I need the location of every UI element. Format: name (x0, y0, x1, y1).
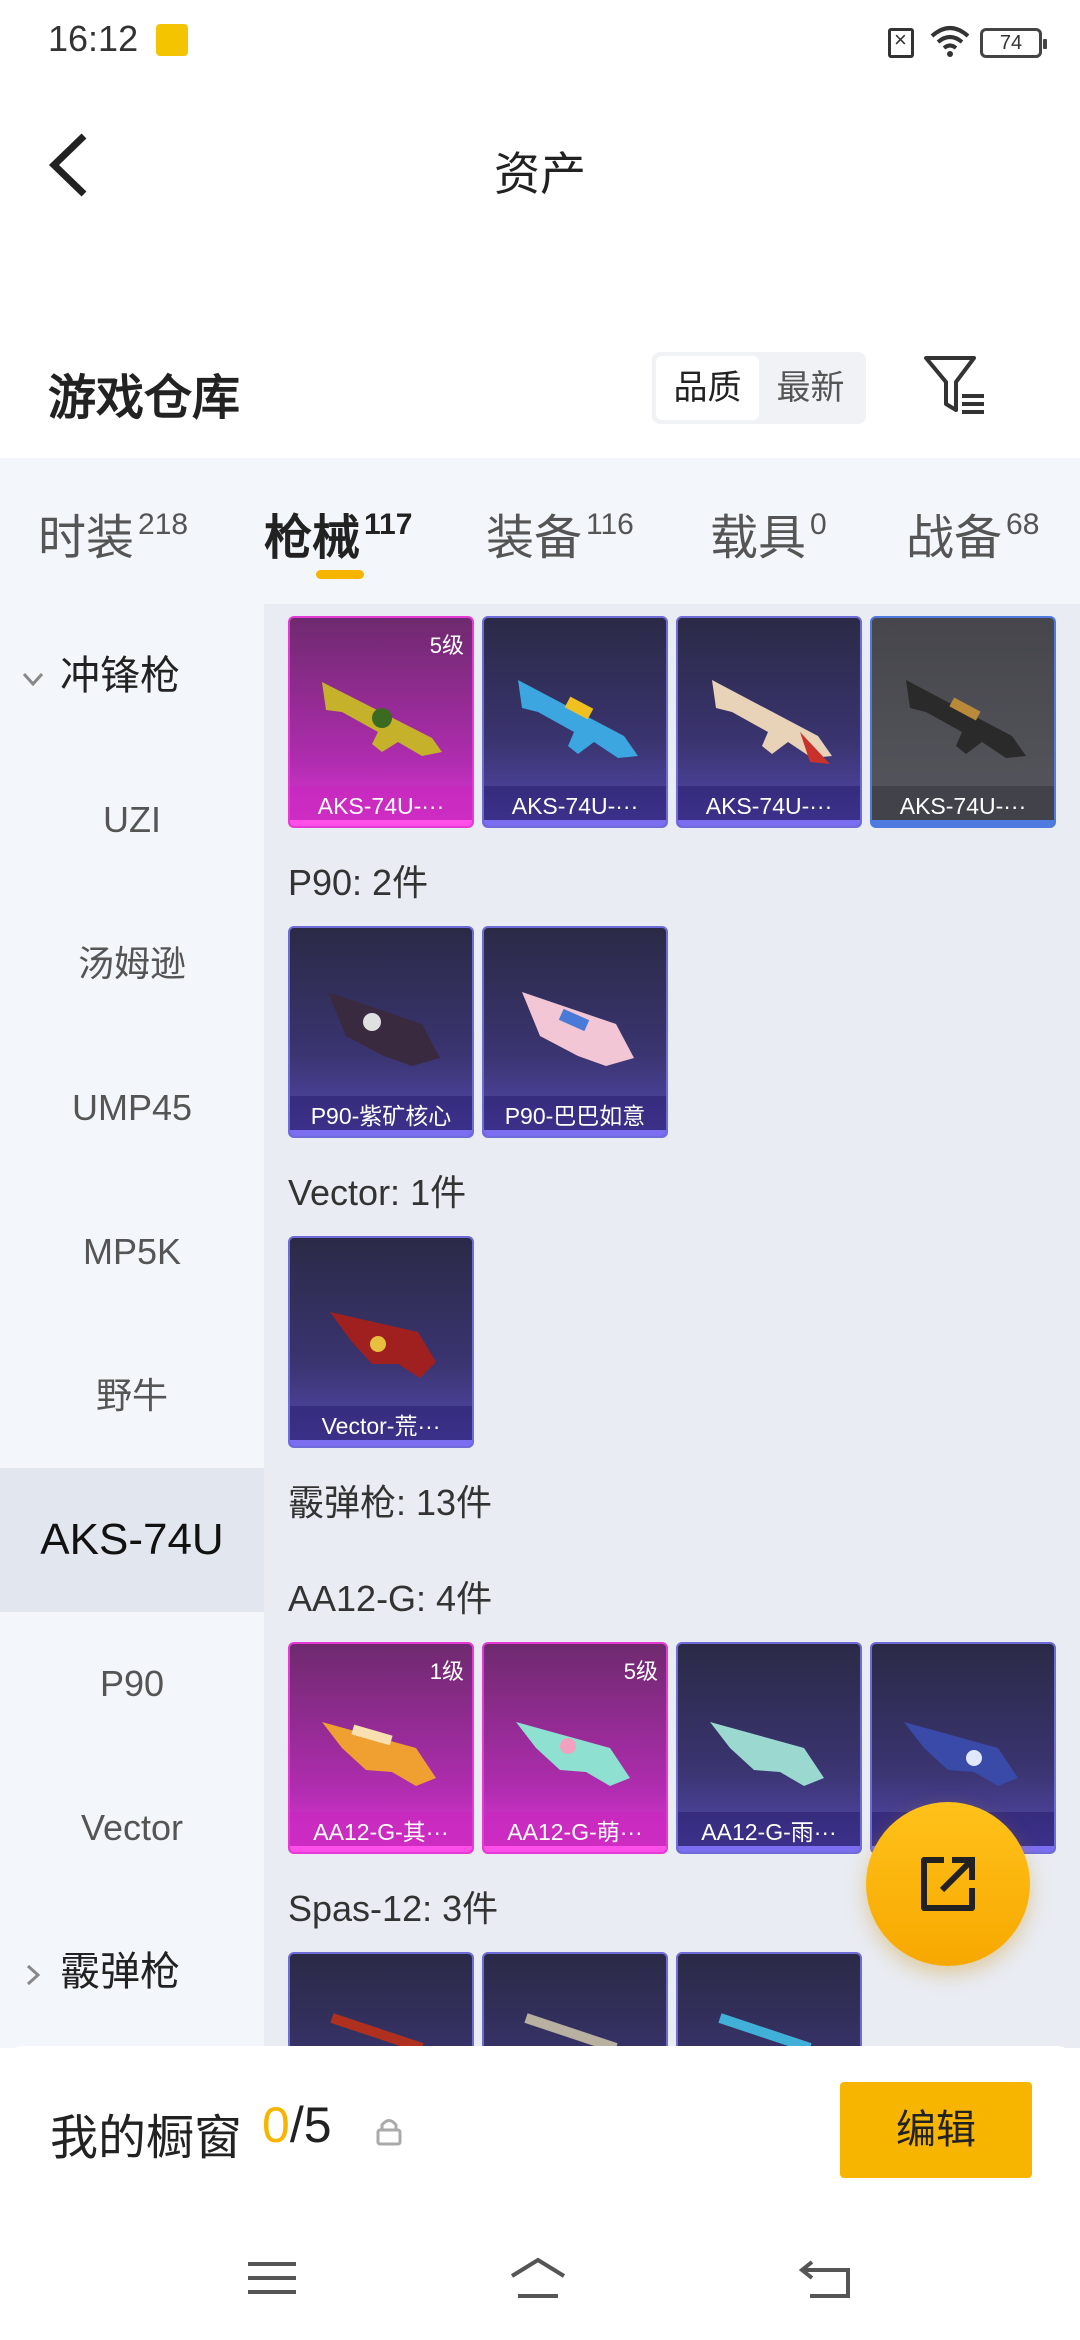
weapon-image (322, 682, 442, 756)
sidebar-item-p90[interactable]: P90 (0, 1612, 264, 1756)
chevron-down-icon (22, 672, 44, 687)
tab-equipment[interactable]: 装备 116 (486, 498, 634, 568)
system-nav-bar (0, 2226, 1080, 2340)
app-notification-icon (156, 24, 188, 56)
weapon-category-sidebar: 冲锋枪 UZI 汤姆逊 UMP45 MP5K 野牛 AKS-74U P90 Ve… (0, 604, 264, 2048)
chevron-right-icon (26, 1964, 41, 1986)
weapon-card[interactable] (482, 1952, 668, 2048)
weapon-card[interactable]: 5级 AKS-74U-··· (288, 616, 474, 828)
weapon-card[interactable] (288, 1952, 474, 2048)
lock-icon (376, 2119, 402, 2146)
sidebar-item-vector[interactable]: Vector (0, 1756, 264, 1900)
weapon-image (330, 1312, 436, 1378)
page-title: 资产 (494, 148, 586, 200)
weapon-image (904, 1722, 1018, 1786)
weapon-image (522, 992, 634, 1066)
home-icon[interactable] (508, 2254, 568, 2302)
tab-fashion[interactable]: 时装 218 (38, 498, 188, 568)
weapon-image (718, 2013, 812, 2048)
weapon-card[interactable] (676, 1952, 862, 2048)
category-tabs: 时装 218 枪械 117 装备 116 载具 0 战备 68 (0, 458, 1080, 604)
status-time: 16:12 (48, 18, 139, 59)
weapon-card[interactable]: 1级 AA12-G-其··· (288, 1642, 474, 1854)
share-button[interactable] (866, 1802, 1030, 1966)
sort-newest-button[interactable]: 最新 (759, 356, 862, 420)
sidebar-item-ump45[interactable]: UMP45 (0, 1036, 264, 1180)
wifi-icon (930, 26, 970, 57)
filter-icon[interactable] (922, 352, 988, 418)
weapon-image (712, 680, 832, 764)
sidebar-item-aks74u[interactable]: AKS-74U (0, 1468, 264, 1612)
battery-icon: 74 (980, 28, 1047, 58)
group-label-shotgun: 霰弹枪: 13件 (288, 1482, 493, 1523)
sidebar-item-thompson[interactable]: 汤姆逊 (0, 892, 264, 1036)
showcase-count: 0/5 (262, 2097, 332, 2153)
edit-button[interactable]: 编辑 (840, 2082, 1032, 2178)
weapon-card[interactable]: P90-紫矿核心 (288, 926, 474, 1138)
weapon-card[interactable]: AKS-74U-··· (870, 616, 1056, 828)
tab-vehicles[interactable]: 载具 0 (710, 498, 827, 568)
warehouse-title: 游戏仓库 (48, 372, 241, 425)
tab-firearms[interactable]: 枪械 117 (264, 498, 412, 568)
weapon-card[interactable]: Vector-荒··· (288, 1236, 474, 1448)
weapon-card[interactable]: AKS-74U-··· (482, 616, 668, 828)
return-icon[interactable] (796, 2254, 856, 2302)
weapon-card[interactable]: P90-巴巴如意 (482, 926, 668, 1138)
tab-indicator (316, 570, 364, 579)
weapon-card[interactable]: AKS-74U-··· (676, 616, 862, 828)
weapon-image (322, 1722, 436, 1786)
sidebar-item-uzi[interactable]: UZI (0, 748, 264, 892)
weapon-image (906, 680, 1026, 758)
sidebar-item-shotgun[interactable]: 霰弹枪 (0, 1900, 264, 2044)
showcase-bar: 我的橱窗 0/5 编辑 (0, 2046, 1080, 2226)
share-icon (921, 1857, 975, 1911)
sort-quality-button[interactable]: 品质 (656, 356, 759, 420)
group-label-vector: Vector: 1件 (288, 1172, 467, 1213)
sidebar-item-bizon[interactable]: 野牛 (0, 1324, 264, 1468)
weapon-image (524, 2013, 618, 2048)
group-label-aa12: AA12-G: 4件 (288, 1578, 493, 1619)
no-sim-icon (888, 27, 914, 58)
tab-supplies[interactable]: 战备 68 (906, 498, 1039, 568)
group-label-p90: P90: 2件 (288, 862, 429, 903)
weapon-image (516, 1722, 630, 1786)
weapon-image (518, 680, 638, 758)
weapon-image (330, 2013, 424, 2048)
status-bar: 16:12 74 (0, 0, 1080, 84)
weapon-image (710, 1722, 824, 1786)
menu-icon[interactable] (242, 2254, 302, 2302)
sidebar-item-smg[interactable]: 冲锋枪 (0, 604, 264, 748)
showcase-label: 我的橱窗 (50, 2112, 243, 2165)
weapon-card[interactable]: AA12-G-雨··· (676, 1642, 862, 1854)
sidebar-item-mp5k[interactable]: MP5K (0, 1180, 264, 1324)
group-label-spas12: Spas-12: 3件 (288, 1888, 499, 1929)
sort-toggle: 品质 最新 (652, 352, 866, 424)
weapon-image (328, 992, 440, 1066)
weapon-card[interactable]: 5级 AA12-G-萌··· (482, 1642, 668, 1854)
